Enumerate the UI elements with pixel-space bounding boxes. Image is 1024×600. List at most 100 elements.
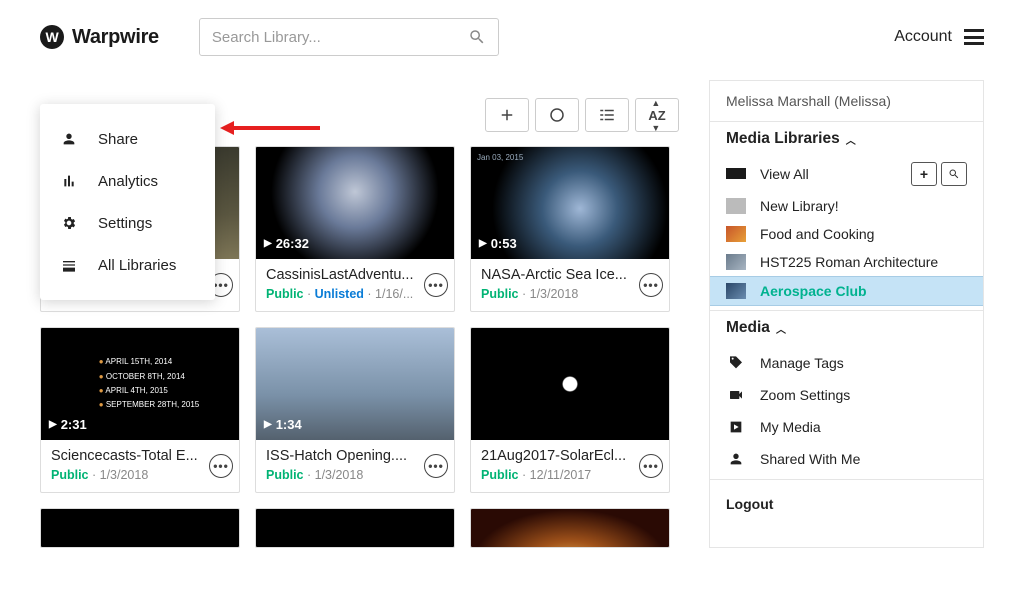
sidebar-zoom-settings[interactable]: Zoom Settings (726, 379, 967, 411)
chevron-up-icon: ︿ (776, 321, 786, 336)
video-card[interactable] (470, 508, 670, 548)
menu-analytics-label: Analytics (98, 173, 158, 190)
card-more-button[interactable]: ••• (424, 273, 448, 297)
video-card[interactable]: APRIL 15TH, 2014OCTOBER 8TH, 2014APRIL 4… (40, 327, 240, 493)
search-input[interactable] (212, 29, 468, 46)
video-date: 1/3/2018 (530, 287, 579, 301)
menu-share-label: Share (98, 131, 138, 148)
card-more-button[interactable]: ••• (424, 454, 448, 478)
person-icon (60, 130, 78, 148)
menu-settings[interactable]: Settings (40, 202, 215, 244)
gear-icon (60, 214, 78, 232)
card-more-button[interactable]: ••• (639, 273, 663, 297)
menu-share[interactable]: Share (40, 118, 215, 160)
sort-button[interactable]: ▲AZ▼ (635, 98, 679, 132)
annotation-arrow (220, 118, 320, 143)
video-title: CassinisLastAdventu... (266, 267, 416, 283)
thumb-overlay-text: Jan 03, 2015 (477, 153, 523, 162)
sidebar-item-label: Zoom Settings (760, 387, 850, 403)
menu-settings-label: Settings (98, 215, 152, 232)
person-icon (726, 451, 746, 467)
sidebar: Melissa Marshall (Melissa) Media Librari… (709, 80, 984, 548)
tag-icon (726, 355, 746, 371)
duration-badge: 2:31 (49, 417, 87, 432)
video-title: 21Aug2017-SolarEcl... (481, 448, 631, 464)
video-thumbnail (471, 509, 669, 548)
sidebar-section-libraries[interactable]: Media Libraries︿ (726, 130, 967, 148)
library-thumb-icon (726, 254, 746, 270)
menu-analytics[interactable]: Analytics (40, 160, 215, 202)
add-library-button[interactable]: + (911, 162, 937, 186)
sidebar-library-item[interactable]: HST225 Roman Architecture (726, 248, 967, 276)
menu-all-libraries-label: All Libraries (98, 257, 176, 274)
record-button[interactable] (535, 98, 579, 132)
sidebar-view-all[interactable]: View All + (726, 156, 967, 192)
stack-icon (726, 168, 746, 182)
video-card[interactable]: 21Aug2017-SolarEcl... Public · 12/11/201… (470, 327, 670, 493)
duration-badge: 26:32 (264, 236, 309, 251)
logout-link[interactable]: Logout (710, 480, 983, 528)
video-date: 1/3/2018 (315, 468, 364, 482)
sidebar-item-label: My Media (760, 419, 821, 435)
visibility-badge: Public (481, 287, 519, 301)
duration-badge: 0:53 (479, 236, 517, 251)
chevron-up-icon: ︿ (846, 132, 856, 147)
listing-badge: Unlisted (315, 287, 364, 301)
sidebar-item-label: HST225 Roman Architecture (760, 254, 938, 270)
video-title: ISS-Hatch Opening.... (266, 448, 416, 464)
card-more-button[interactable]: ••• (209, 454, 233, 478)
video-thumbnail: 26:32 (256, 147, 454, 259)
library-thumb-icon (726, 283, 746, 299)
search-input-wrap (199, 18, 499, 56)
sidebar-library-item-selected[interactable]: Aerospace Club (710, 276, 983, 306)
sidebar-section-media[interactable]: Media︿ (726, 319, 967, 337)
duration-badge: 1:34 (264, 417, 302, 432)
visibility-badge: Public (266, 287, 304, 301)
sidebar-my-media[interactable]: My Media (726, 411, 967, 443)
video-title: Sciencecasts-Total E... (51, 448, 201, 464)
sidebar-item-label: Shared With Me (760, 451, 860, 467)
sidebar-manage-tags[interactable]: Manage Tags (726, 347, 967, 379)
visibility-badge: Public (266, 468, 304, 482)
library-thumb-icon (726, 226, 746, 242)
thumb-overlay-text: APRIL 15TH, 2014OCTOBER 8TH, 2014APRIL 4… (81, 355, 199, 413)
card-more-button[interactable]: ••• (639, 454, 663, 478)
video-thumbnail (41, 509, 239, 548)
video-thumbnail: APRIL 15TH, 2014OCTOBER 8TH, 2014APRIL 4… (41, 328, 239, 440)
visibility-badge: Public (51, 468, 89, 482)
video-card[interactable]: 1:34 ISS-Hatch Opening.... Public · 1/3/… (255, 327, 455, 493)
menu-icon[interactable] (964, 29, 984, 45)
brand-name: Warpwire (72, 26, 159, 49)
video-date: 12/11/2017 (530, 468, 592, 482)
library-dropdown-menu: Share Analytics Settings All Libraries (40, 104, 215, 300)
video-thumbnail: 1:34 (256, 328, 454, 440)
analytics-icon (60, 172, 78, 190)
video-thumbnail: Jan 03, 2015 0:53 (471, 147, 669, 259)
video-date: 1/16/... (375, 287, 413, 301)
video-date: 1/3/2018 (100, 468, 149, 482)
sidebar-item-label: Aerospace Club (760, 283, 867, 299)
search-icon (468, 28, 486, 46)
search-library-button[interactable] (941, 162, 967, 186)
sidebar-item-label: New Library! (760, 198, 839, 214)
account-link[interactable]: Account (894, 28, 952, 46)
video-card[interactable] (40, 508, 240, 548)
video-card[interactable]: Jan 03, 20150:53 NASA-Arctic Sea Ice... … (470, 146, 670, 312)
sidebar-shared-with-me[interactable]: Shared With Me (726, 443, 967, 475)
list-view-button[interactable] (585, 98, 629, 132)
sidebar-library-item[interactable]: New Library! (726, 192, 967, 220)
sidebar-library-item[interactable]: Food and Cooking (726, 220, 967, 248)
library-thumb-icon (726, 198, 746, 214)
brand-logo[interactable]: W Warpwire (40, 25, 159, 49)
video-card[interactable] (255, 508, 455, 548)
video-thumbnail (471, 328, 669, 440)
menu-all-libraries[interactable]: All Libraries (40, 244, 215, 286)
visibility-badge: Public (481, 468, 519, 482)
sidebar-user: Melissa Marshall (Melissa) (710, 81, 983, 122)
brand-mark: W (40, 25, 64, 49)
sidebar-item-label: View All (760, 166, 809, 182)
add-button[interactable] (485, 98, 529, 132)
play-icon (726, 419, 746, 435)
video-title: NASA-Arctic Sea Ice... (481, 267, 631, 283)
video-card[interactable]: 26:32 CassinisLastAdventu... Public · Un… (255, 146, 455, 312)
